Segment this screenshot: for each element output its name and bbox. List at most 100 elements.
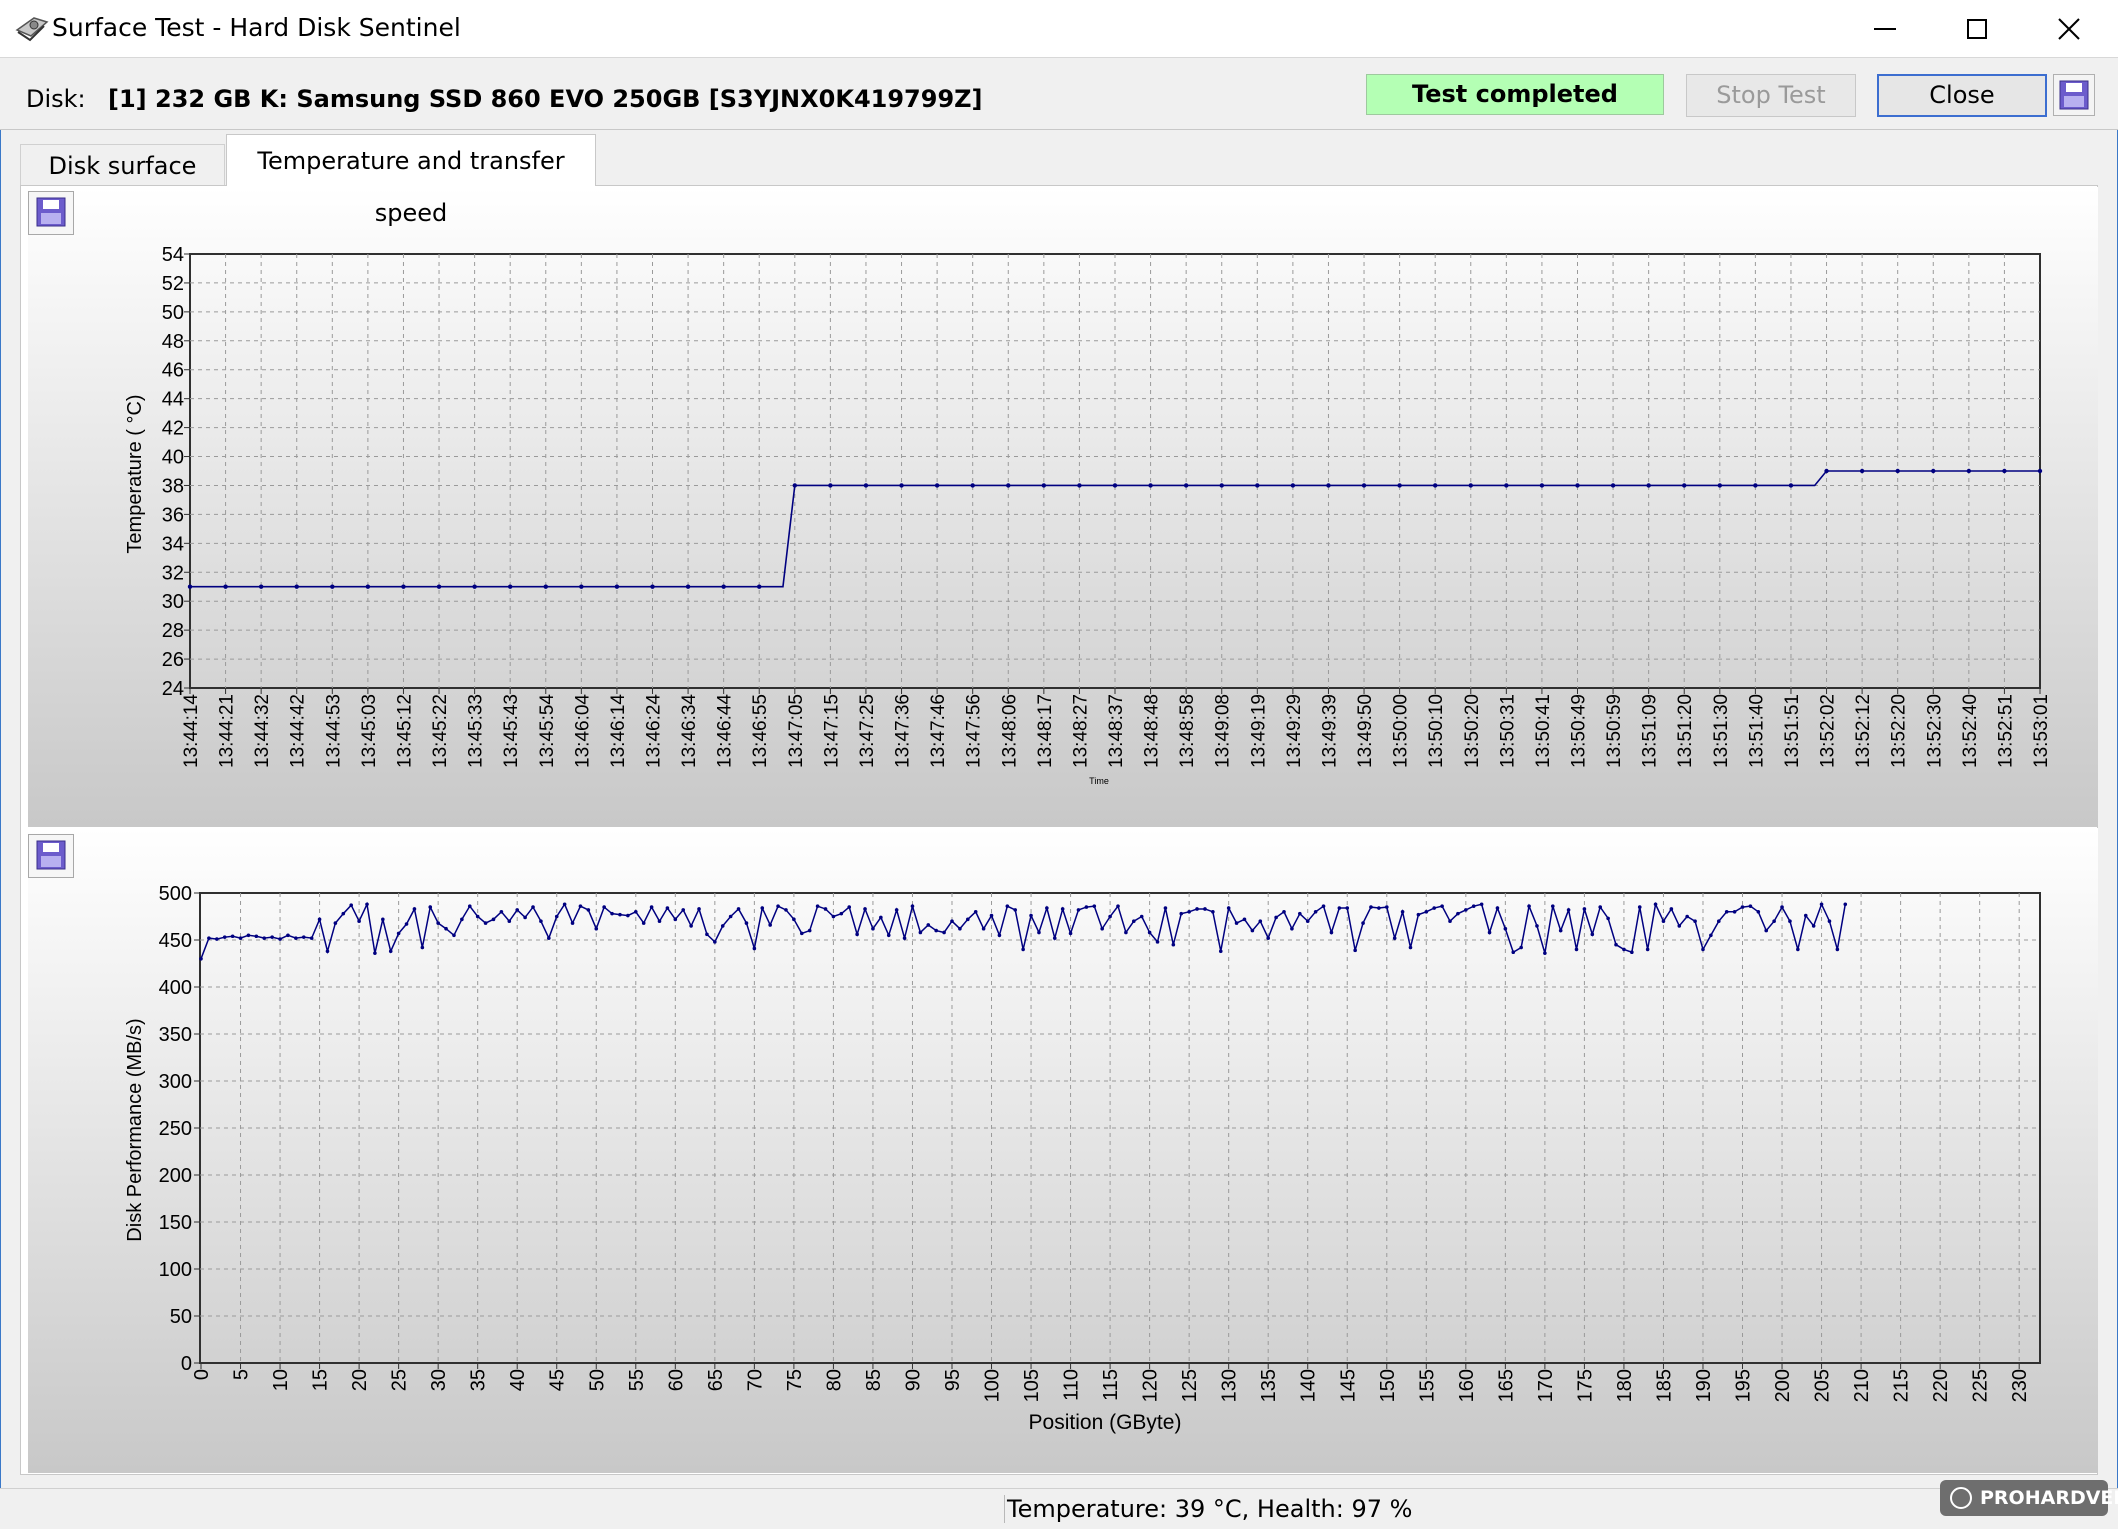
data-point [1234, 921, 1239, 925]
data-point [1606, 916, 1610, 921]
x-tick-label: 13:47:15 [821, 694, 842, 768]
close-window-button[interactable] [2022, 0, 2116, 58]
data-point [899, 483, 904, 488]
data-point [349, 903, 353, 908]
data-point [633, 910, 638, 914]
maximize-button[interactable] [1930, 0, 2024, 58]
data-point [1487, 930, 1492, 935]
data-point [989, 913, 994, 918]
performance-chart: 0 50 100 150 200 250 300 350 400 450 500 0 5 10 15 20 2… [124, 883, 2041, 1434]
data-point [483, 921, 488, 925]
data-point [1060, 907, 1065, 911]
data-point [1440, 904, 1444, 908]
data-point [728, 914, 733, 919]
x-tick-label: 13:46:44 [715, 694, 736, 768]
x-tick-label: 13:50:10 [1426, 694, 1447, 768]
data-point [799, 931, 804, 936]
data-point [1709, 933, 1713, 938]
data-point [1796, 947, 1800, 952]
title-bar: Surface Test - Hard Disk Sentinel [0, 0, 2118, 58]
data-point [436, 584, 442, 589]
data-point [1092, 904, 1097, 908]
x-tick-label: 90 [902, 1369, 924, 1391]
close-icon [2058, 18, 2080, 40]
data-point [286, 933, 290, 938]
data-point [934, 928, 938, 933]
x-tick-label: 13:46:04 [572, 694, 593, 768]
data-point [436, 921, 440, 925]
data-point [1068, 931, 1073, 936]
data-point [1504, 483, 1509, 488]
data-point [934, 483, 940, 488]
time-axis-label: Time [1089, 776, 1109, 786]
x-tick-label: 13:46:24 [644, 694, 665, 768]
data-point [792, 483, 798, 488]
data-point [1931, 468, 1936, 474]
data-point [523, 915, 527, 920]
tab-disk-surface-map[interactable]: Disk surface map [20, 144, 225, 222]
x-tick-label: 13:45:33 [466, 694, 487, 768]
y-tick-label: 48 [162, 331, 184, 353]
data-point [1535, 924, 1539, 928]
data-point [381, 917, 385, 922]
data-point [1226, 906, 1231, 910]
data-point [871, 926, 875, 931]
data-point [1361, 921, 1365, 925]
y-tick-label: 50 [170, 1306, 192, 1328]
data-point [784, 908, 788, 912]
data-point [543, 584, 548, 589]
x-tick-label: 13:47:46 [928, 694, 949, 768]
data-point [579, 584, 584, 589]
data-point [1321, 904, 1326, 908]
data-point [1013, 908, 1018, 912]
temperature-x-tick-labels: 13:44:14 13:44:21 13:44:32 13:44:42 13:44:53… [181, 694, 2052, 768]
data-point [847, 905, 852, 909]
data-point [539, 919, 543, 923]
data-point [333, 921, 338, 925]
x-tick-label: 15 [310, 1369, 332, 1391]
temperature-y-tick-labels: 24262830323436384042444648505254 [162, 244, 184, 700]
x-tick-label: 185 [1653, 1369, 1675, 1402]
data-point [792, 917, 796, 922]
y-tick-label: 400 [159, 977, 192, 999]
data-point [223, 584, 228, 589]
x-tick-label: 13:49:19 [1248, 694, 1269, 768]
x-tick-label: 13:51:40 [1746, 694, 1767, 768]
data-point [1558, 928, 1563, 933]
x-tick-label: 13:45:43 [501, 694, 522, 768]
x-tick-label: 13:46:34 [679, 694, 700, 768]
data-point [981, 926, 986, 931]
save-button[interactable] [2053, 74, 2095, 116]
x-tick-label: 13:44:53 [323, 694, 344, 768]
data-point [1645, 947, 1650, 952]
close-button[interactable]: Close [1877, 74, 2047, 117]
data-point [1408, 945, 1413, 950]
x-tick-label: 13:48:48 [1142, 694, 1163, 768]
data-point [187, 584, 193, 589]
data-point [330, 584, 335, 589]
data-point [428, 905, 433, 909]
data-point [1171, 942, 1176, 947]
x-tick-label: 25 [389, 1369, 411, 1391]
data-point [1566, 908, 1571, 912]
performance-axis-label: Disk Performance (MB/s) [124, 1018, 146, 1241]
minimize-button[interactable] [1838, 0, 1932, 58]
data-point [499, 910, 504, 914]
data-point [1748, 904, 1753, 908]
data-point [278, 937, 282, 941]
stop-test-button[interactable]: Stop Test [1686, 74, 1856, 117]
x-tick-label: 13:44:42 [288, 694, 309, 768]
data-point [547, 936, 551, 940]
data-point [1266, 936, 1270, 940]
data-point [1305, 919, 1310, 923]
x-tick-label: 13:44:14 [181, 694, 202, 768]
tab-temperature-transfer-speed[interactable]: Temperature and transfer speed [226, 134, 596, 227]
data-point [1432, 483, 1438, 488]
watermark-mark-icon [1950, 1487, 1972, 1509]
data-point [1377, 906, 1381, 910]
y-tick-label: 28 [162, 620, 184, 642]
data-point [1345, 906, 1350, 910]
data-point [973, 910, 978, 914]
data-point [2037, 468, 2043, 474]
data-point [294, 936, 298, 940]
